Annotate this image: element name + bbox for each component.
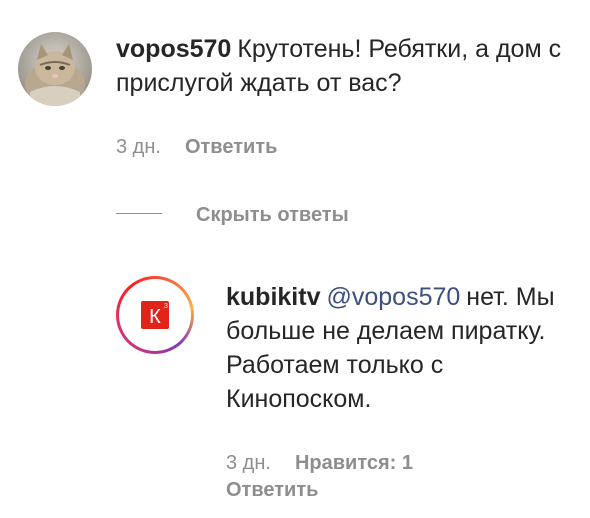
comment-username[interactable]: vopos570	[116, 35, 231, 63]
comment-meta: 3 дн. Ответить	[116, 136, 277, 159]
comment-body: vopos570 Крутотень! Ребятки, а дом с прис…	[116, 32, 571, 100]
avatar-story-ring: К 3	[119, 279, 191, 351]
hide-replies-label: Скрыть ответы	[196, 204, 349, 226]
cat-avatar[interactable]	[18, 32, 92, 106]
replies-divider-line	[116, 213, 162, 215]
reply-time[interactable]: 3 дн.	[226, 452, 271, 474]
logo-superscript: 3	[164, 303, 168, 310]
comment-time[interactable]: 3 дн.	[116, 136, 161, 158]
reply-likes-button[interactable]: Нравится: 1	[295, 452, 413, 474]
reply-mention-link[interactable]: @vopos570	[326, 283, 460, 311]
reply-reply-button[interactable]: Ответить	[226, 479, 318, 501]
hide-replies-button[interactable]: Скрыть ответы	[116, 204, 349, 227]
comment-reply-button[interactable]: Ответить	[185, 136, 277, 158]
kubik-logo-svg: К 3	[141, 301, 169, 329]
reply-meta-second: Ответить	[226, 479, 318, 502]
reply-text-block: kubikitv @vopos570 нет. Мы больше не делае…	[226, 280, 576, 416]
reply-avatar[interactable]: К 3	[116, 276, 194, 354]
logo-letter: К	[149, 306, 161, 328]
cat-photo-icon	[18, 32, 92, 106]
reply-username[interactable]: kubikitv	[226, 283, 320, 311]
kubik-logo-icon: К 3	[123, 283, 187, 347]
reply-body: kubikitv @vopos570 нет. Мы больше не делае…	[226, 280, 576, 416]
comment-text-block: vopos570 Крутотень! Ребятки, а дом с прис…	[116, 32, 571, 100]
reply-meta: 3 дн. Нравится: 1	[226, 452, 413, 475]
